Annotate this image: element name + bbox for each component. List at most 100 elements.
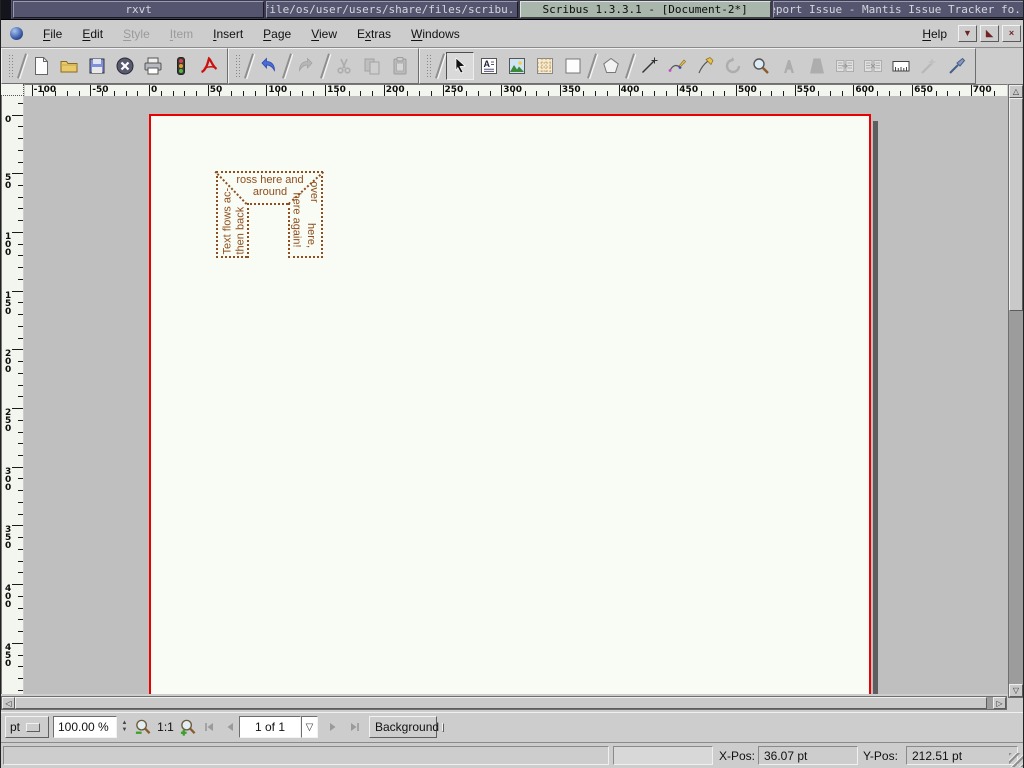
page-number-dropdown-button[interactable]: ▽: [301, 716, 318, 738]
menu-insert[interactable]: Insert: [203, 23, 253, 45]
print-document-button[interactable]: [140, 53, 166, 79]
window-resize-grip[interactable]: [1009, 753, 1023, 767]
ruler-tick: [18, 655, 23, 656]
zoom-level-field[interactable]: 100.00 %: [53, 716, 117, 738]
scroll-down-button[interactable]: ▽: [1009, 684, 1023, 697]
ruler-tick: [90, 85, 91, 96]
last-page-icon: [349, 721, 361, 733]
ypos-value-panel: 212.51 pt: [906, 746, 1018, 765]
scroll-up-button[interactable]: △: [1009, 85, 1023, 98]
preflight-verifier-button[interactable]: [168, 53, 194, 79]
page-number-field[interactable]: 1 of 1: [239, 716, 301, 738]
ruler-tick: [12, 467, 23, 468]
copy-properties-button: [916, 53, 942, 79]
undo-button[interactable]: [255, 53, 281, 79]
ruler-tick: [18, 396, 23, 397]
combo-arrow-icon: ▽: [306, 722, 314, 733]
ruler-tick: [18, 490, 23, 491]
insert-polygon-button[interactable]: [598, 53, 624, 79]
h-ruler-label: 550: [797, 85, 816, 95]
scroll-left-button[interactable]: ◁: [2, 697, 15, 709]
h-ruler-label: 150: [327, 85, 346, 95]
ruler-tick: [18, 631, 23, 632]
insert-table-button[interactable]: [532, 53, 558, 79]
ruler-tick: [18, 678, 23, 679]
taskbar-window-button-3[interactable]: Scribus 1.3.3.1 - [Document-2*]: [520, 1, 771, 18]
unit-selector-value: pt: [10, 720, 20, 734]
ruler-origin-box[interactable]: [1, 84, 24, 96]
v-ruler-label: 5 0: [5, 174, 11, 190]
toolbar-drag-handle[interactable]: [235, 54, 242, 78]
menu-edit[interactable]: Edit: [72, 23, 113, 45]
zoom-reset-button[interactable]: 1:1: [156, 716, 175, 738]
taskbar-window-button-4[interactable]: Report Issue - Mantis Issue Tracker fo..…: [773, 1, 1024, 18]
open-document-button[interactable]: [56, 53, 82, 79]
insert-image-frame-button[interactable]: [504, 53, 530, 79]
window-restore-button[interactable]: ◣: [980, 25, 999, 42]
window-close-button[interactable]: ×: [1002, 25, 1021, 42]
scroll-right-button[interactable]: ▷: [993, 697, 1006, 709]
zoom-out-button[interactable]: [132, 716, 154, 738]
h-ruler-label: 450: [679, 85, 698, 95]
v-ruler-label: 0: [5, 116, 11, 124]
window-shade-button[interactable]: ▼: [958, 25, 977, 42]
zoom-spinner[interactable]: ▲ ▼: [119, 716, 130, 738]
frame-border-rightleg-bottom: [288, 256, 323, 258]
vertical-scrollbar[interactable]: △ ▽: [1008, 84, 1024, 698]
export-pdf-icon: [199, 56, 219, 76]
export-pdf-button[interactable]: [196, 53, 222, 79]
menu-view[interactable]: View: [301, 23, 347, 45]
select-item-button[interactable]: [446, 52, 474, 80]
menu-help[interactable]: Help: [914, 23, 955, 45]
insert-bezier-icon: [667, 56, 687, 76]
layer-selector[interactable]: Background: [369, 716, 437, 738]
v-ruler-label: 2 0 0: [5, 350, 11, 374]
menu-extras[interactable]: Extras: [347, 23, 401, 45]
ruler-tick: [18, 220, 23, 221]
insert-bezier-button[interactable]: [664, 53, 690, 79]
new-document-button[interactable]: [28, 53, 54, 79]
insert-freehand-button[interactable]: [692, 53, 718, 79]
menu-windows[interactable]: Windows: [401, 23, 470, 45]
ruler-tick: [443, 85, 444, 96]
ruler-tick: [325, 85, 326, 96]
zoom-button[interactable]: [748, 53, 774, 79]
document-canvas[interactable]: ross here and around Text flows ac- then…: [24, 96, 1008, 694]
save-document-button[interactable]: [84, 53, 110, 79]
ruler-tick: [18, 549, 23, 550]
measurements-button[interactable]: [888, 53, 914, 79]
insert-text-frame-button[interactable]: A: [476, 53, 502, 79]
eye-dropper-button[interactable]: [944, 53, 970, 79]
ypos-label: Y-Pos:: [863, 749, 898, 763]
menu-page[interactable]: Page: [253, 23, 301, 45]
horizontal-scrollbar-thumb[interactable]: [15, 697, 987, 709]
taskbar-window-button-1[interactable]: rxvt: [13, 1, 264, 18]
document-page[interactable]: ross here and around Text flows ac- then…: [149, 114, 871, 694]
menu-file[interactable]: File: [33, 23, 72, 45]
frame-border-right: [321, 171, 323, 258]
taskbar-window-button-2[interactable]: /file/os/user/users/share/files/scribu..…: [266, 1, 517, 18]
h-ruler-label: -50: [92, 85, 108, 95]
insert-shape-button[interactable]: [560, 53, 586, 79]
v-ruler-label: 1 0 0: [5, 233, 11, 257]
ruler-tick: [18, 596, 23, 597]
horizontal-ruler[interactable]: -100-50050100150200250300350400450500550…: [25, 84, 1007, 96]
unit-selector[interactable]: pt: [5, 716, 49, 738]
ruler-tick: [912, 85, 913, 96]
edit-contents-icon: [779, 56, 799, 76]
toolbar-drag-handle[interactable]: [426, 54, 433, 78]
zoom-out-icon: [134, 718, 153, 737]
zoom-in-button[interactable]: [177, 716, 199, 738]
h-ruler-label: 350: [562, 85, 581, 95]
toolbar-drag-handle[interactable]: [8, 54, 15, 78]
ruler-tick: [208, 85, 209, 96]
taskbar-corner-box[interactable]: [1, 0, 12, 19]
paste-button: [387, 53, 413, 79]
menubar-right-controls: Help ▼◣×: [914, 23, 1024, 45]
vertical-scrollbar-thumb[interactable]: [1009, 98, 1023, 311]
vertical-ruler[interactable]: 05 01 0 01 5 02 0 02 5 03 0 03 5 04 0 04…: [1, 96, 23, 694]
close-document-button[interactable]: [112, 53, 138, 79]
insert-line-button[interactable]: [636, 53, 662, 79]
horizontal-scrollbar[interactable]: ◁ ▷: [1, 696, 1007, 710]
ruler-tick: [18, 373, 23, 374]
